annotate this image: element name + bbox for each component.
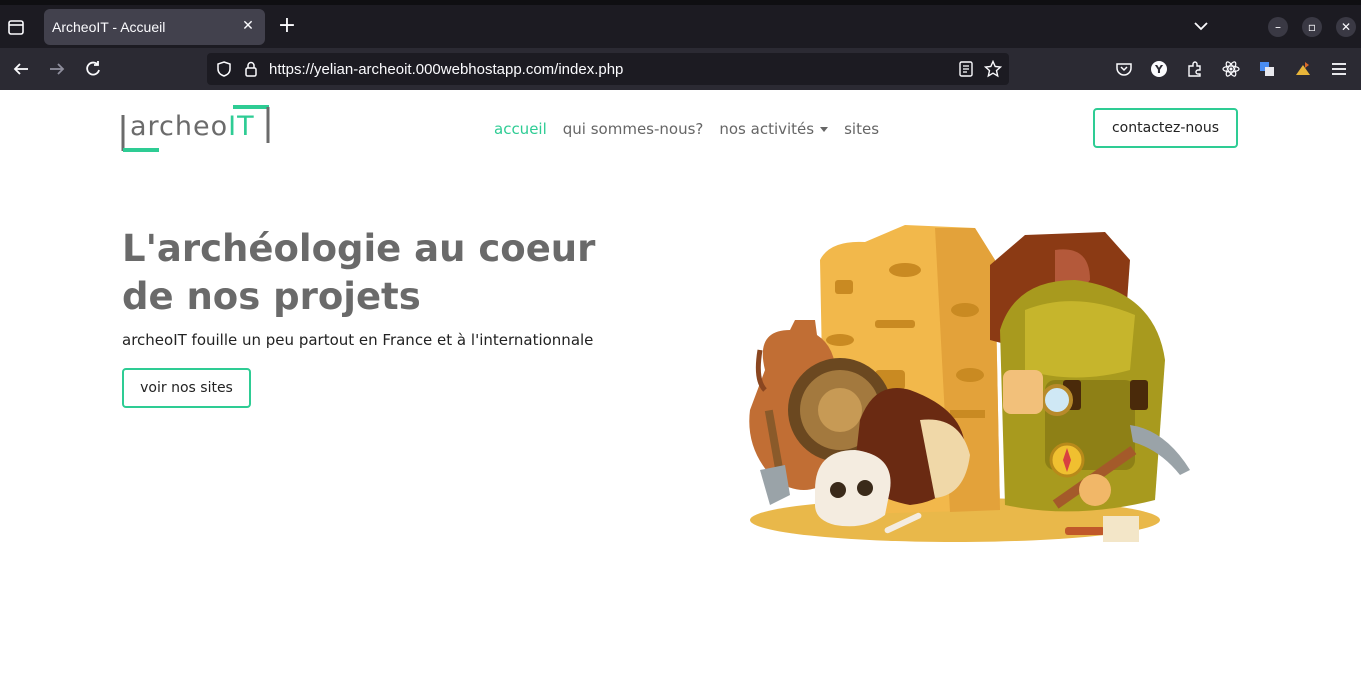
back-icon[interactable]: [11, 59, 31, 79]
archaeology-illustration: [749, 225, 1190, 542]
site-nav: accueil qui sommes-nous? nos activités s…: [494, 120, 879, 138]
url-text: https://yelian-archeoit.000webhostapp.co…: [269, 61, 624, 78]
pocket-icon[interactable]: [1114, 59, 1134, 79]
hamburger-menu-icon[interactable]: [1329, 59, 1349, 79]
tab-title: ArcheoIT - Accueil: [52, 19, 166, 35]
new-tab-icon[interactable]: +: [277, 15, 297, 37]
minimize-icon[interactable]: –: [1268, 17, 1288, 37]
nav-item-nos-activites[interactable]: nos activités: [719, 120, 829, 138]
close-tab-icon[interactable]: ✕: [239, 17, 257, 35]
shield-icon[interactable]: [215, 60, 233, 78]
bookmark-star-icon[interactable]: [983, 59, 1003, 78]
chevron-down-icon[interactable]: [1192, 17, 1210, 35]
web-page: archeoIT accueil qui sommes-nous? nos ac…: [0, 90, 1361, 681]
forward-icon[interactable]: [47, 59, 67, 79]
lock-icon[interactable]: [242, 60, 260, 78]
svg-text:Y: Y: [1154, 63, 1164, 76]
react-devtools-icon[interactable]: [1221, 59, 1241, 79]
top-strip: [0, 0, 1361, 5]
nav-item-accueil[interactable]: accueil: [494, 120, 547, 138]
site-logo[interactable]: archeoIT: [121, 105, 271, 153]
logo-main: archeo: [130, 111, 229, 142]
hero-title: L'archéologie au coeur de nos projets: [122, 227, 596, 318]
logo-text: archeoIT: [130, 111, 255, 142]
logo-accent: IT: [228, 111, 255, 142]
nav-item-nos-activites-label: nos activités: [719, 120, 815, 138]
restore-icon[interactable]: ▫: [1302, 17, 1322, 37]
reader-view-icon[interactable]: [957, 60, 975, 78]
hero-subtitle: archeoIT fouille un peu partout en Franc…: [122, 331, 594, 349]
translate-icon[interactable]: [1257, 59, 1277, 79]
nav-item-sites[interactable]: sites: [844, 120, 879, 138]
address-bar[interactable]: https://yelian-archeoit.000webhostapp.co…: [207, 53, 1009, 85]
close-window-icon[interactable]: ✕: [1336, 17, 1356, 37]
active-tab[interactable]: ArcheoIT - Accueil ✕: [44, 9, 265, 45]
browser-tabbar: ArcheoIT - Accueil ✕ + – ▫ ✕: [0, 0, 1361, 48]
contact-button[interactable]: contactez-nous: [1093, 108, 1238, 148]
extension-flag-icon[interactable]: [1293, 59, 1313, 79]
tab-overview-icon[interactable]: [6, 16, 28, 38]
nav-item-qui-sommes-nous[interactable]: qui sommes-nous?: [563, 120, 704, 138]
yandex-extension-icon[interactable]: Y: [1149, 59, 1169, 79]
extensions-puzzle-icon[interactable]: [1185, 59, 1205, 79]
reload-icon[interactable]: [83, 59, 103, 79]
caret-down-icon: [820, 127, 829, 132]
browser-navbar: https://yelian-archeoit.000webhostapp.co…: [0, 48, 1361, 90]
view-sites-button[interactable]: voir nos sites: [122, 368, 251, 408]
